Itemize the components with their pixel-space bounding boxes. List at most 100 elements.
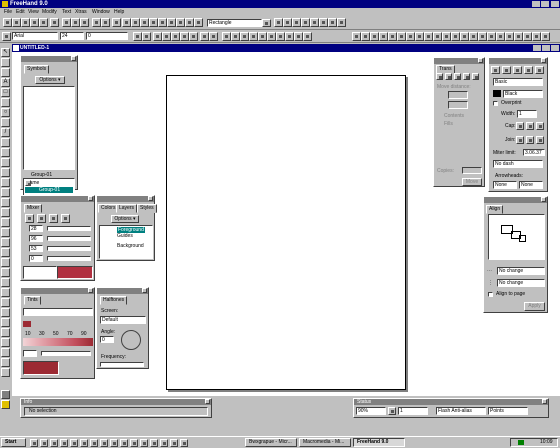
- quicklaunch-16-icon[interactable]: [180, 439, 188, 447]
- mixer-value-2[interactable]: 96: [29, 235, 43, 242]
- polygon-tool-icon[interactable]: [1, 98, 10, 107]
- info-close-button[interactable]: [205, 399, 210, 404]
- tab-styles[interactable]: Styles: [137, 204, 157, 213]
- status-close-button[interactable]: [542, 399, 547, 404]
- tab-layers[interactable]: Layers: [116, 204, 138, 213]
- leading-field[interactable]: 0: [86, 32, 128, 40]
- new-file-icon[interactable]: [3, 18, 12, 27]
- quicklaunch-3-icon[interactable]: [50, 439, 58, 447]
- bezigon-tool-icon[interactable]: [1, 158, 10, 167]
- envelope-1-icon[interactable]: [222, 32, 231, 41]
- move-mode-icon[interactable]: [436, 73, 443, 80]
- mixer-value-4[interactable]: 0: [29, 255, 43, 262]
- cut-icon[interactable]: [62, 18, 71, 27]
- quicklaunch-10-icon[interactable]: [120, 439, 128, 447]
- operation-22-icon[interactable]: [541, 32, 550, 41]
- align-center-icon[interactable]: [162, 32, 171, 41]
- knife-tool-icon[interactable]: [1, 168, 10, 177]
- operation-15-icon[interactable]: [478, 32, 487, 41]
- envelope-7-icon[interactable]: [276, 32, 285, 41]
- text-tool-icon[interactable]: A: [1, 78, 10, 87]
- maximize-button[interactable]: [541, 1, 549, 7]
- object-icon[interactable]: [167, 18, 176, 27]
- symbols-options-button[interactable]: Options ▾: [35, 76, 65, 84]
- roughen-tool-icon[interactable]: [1, 328, 10, 337]
- operation-19-icon[interactable]: [514, 32, 523, 41]
- zoom-select[interactable]: 90%: [356, 407, 386, 415]
- operation-20-icon[interactable]: [523, 32, 532, 41]
- operation-3-icon[interactable]: [370, 32, 379, 41]
- tint-slider[interactable]: [41, 351, 91, 356]
- scale-tool-icon[interactable]: [1, 208, 10, 217]
- mixer-close-button[interactable]: [88, 196, 93, 201]
- info-panel-titlebar[interactable]: Info: [21, 399, 211, 405]
- tray-icon[interactable]: [518, 440, 524, 445]
- flush-icon[interactable]: [189, 32, 198, 41]
- preview-mode-select[interactable]: Flash Anti-alias: [436, 407, 486, 415]
- tab-mixer[interactable]: Mixer: [24, 204, 43, 213]
- xtra-4-icon[interactable]: [301, 18, 310, 27]
- object-tab-icon[interactable]: [491, 66, 500, 74]
- xtra-6-icon[interactable]: [319, 18, 328, 27]
- layers-list[interactable]: Foreground Guides Background: [99, 225, 153, 259]
- text-path-icon[interactable]: [200, 32, 209, 41]
- menu-xtras[interactable]: Xtras: [75, 8, 87, 16]
- hand-tool-icon[interactable]: [1, 238, 10, 247]
- shadow-tool-icon[interactable]: [1, 298, 10, 307]
- paste-icon[interactable]: [80, 18, 89, 27]
- stroke-tab-icon[interactable]: [502, 66, 511, 74]
- transform-x-field[interactable]: [448, 91, 468, 99]
- fisheye-tool-icon[interactable]: [1, 268, 10, 277]
- tints-panel-titlebar[interactable]: [21, 288, 94, 294]
- menu-window[interactable]: Window: [92, 8, 110, 16]
- graphic-hose-tool-icon[interactable]: [1, 258, 10, 267]
- undo-icon[interactable]: [92, 18, 101, 27]
- doc-maximize-button[interactable]: [542, 45, 550, 51]
- mixer-value-3[interactable]: 53: [29, 245, 43, 252]
- join-round-icon[interactable]: [526, 136, 534, 144]
- quicklaunch-12-icon[interactable]: [140, 439, 148, 447]
- menu-text[interactable]: Text: [62, 8, 71, 16]
- skew-mode-icon[interactable]: [463, 73, 470, 80]
- font-size-select[interactable]: 24: [60, 32, 84, 40]
- quicklaunch-4-icon[interactable]: [60, 439, 68, 447]
- list-item[interactable]: Group-01: [25, 187, 73, 193]
- operation-8-icon[interactable]: [415, 32, 424, 41]
- quicklaunch-7-icon[interactable]: [90, 439, 98, 447]
- pen-tool-icon[interactable]: [1, 148, 10, 157]
- units-select[interactable]: Points: [488, 407, 528, 415]
- color-mixer-icon[interactable]: [140, 18, 149, 27]
- xtra-3-icon[interactable]: [292, 18, 301, 27]
- halftones-panel-titlebar[interactable]: [97, 288, 148, 294]
- xtra-7-icon[interactable]: [328, 18, 337, 27]
- zoom-tool-icon[interactable]: [1, 248, 10, 257]
- page-field[interactable]: 1: [398, 407, 428, 415]
- align-left-icon[interactable]: [153, 32, 162, 41]
- symbols-close-button[interactable]: [71, 56, 76, 61]
- overprint-checkbox[interactable]: [493, 101, 498, 106]
- layers-close-button[interactable]: [148, 196, 153, 201]
- cap-butt-icon[interactable]: [516, 122, 524, 130]
- subselect-tool-icon[interactable]: [1, 58, 10, 67]
- operation-10-icon[interactable]: [433, 32, 442, 41]
- operation-16-icon[interactable]: [487, 32, 496, 41]
- bend-tool-icon[interactable]: [1, 338, 10, 347]
- transform-y-field[interactable]: [448, 101, 468, 109]
- transform-apply-button[interactable]: Move: [462, 178, 482, 186]
- stroke-type-select[interactable]: Basic: [493, 78, 543, 86]
- quicklaunch-6-icon[interactable]: [80, 439, 88, 447]
- operation-12-icon[interactable]: [451, 32, 460, 41]
- stroke-color-icon[interactable]: [1, 390, 10, 399]
- mixer-slider-4[interactable]: [47, 256, 91, 261]
- status-panel-titlebar[interactable]: Status: [354, 399, 548, 405]
- operation-14-icon[interactable]: [469, 32, 478, 41]
- taskbar-task-2[interactable]: Macromedia - Mi...: [299, 438, 351, 447]
- info-icon[interactable]: [112, 18, 121, 27]
- envelope-4-icon[interactable]: [249, 32, 258, 41]
- page-prev-icon[interactable]: [388, 407, 396, 415]
- arrowhead-left-select[interactable]: None: [493, 181, 517, 189]
- rotate-mode-icon[interactable]: [445, 73, 452, 80]
- operation-5-icon[interactable]: [388, 32, 397, 41]
- text-editor-icon[interactable]: [194, 18, 203, 27]
- menu-edit[interactable]: Edit: [16, 8, 25, 16]
